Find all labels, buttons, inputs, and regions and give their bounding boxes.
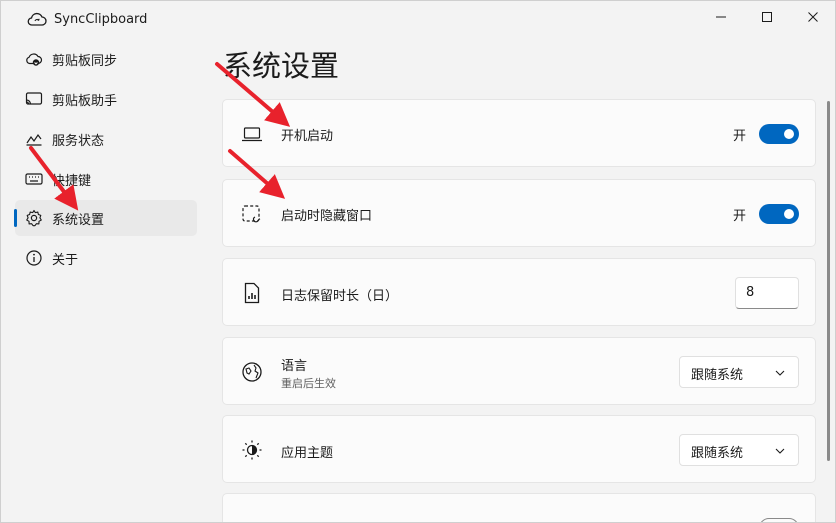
maximize-button[interactable] <box>744 1 790 33</box>
setting-label: 启动时隐藏窗口 <box>281 209 373 224</box>
app-logo-icon <box>27 11 47 29</box>
dropdown-selected-value: 跟随系统 <box>691 368 744 383</box>
log-days-input[interactable]: 8 <box>735 277 799 309</box>
close-button[interactable] <box>790 1 835 33</box>
language-dropdown[interactable]: 跟随系统 <box>679 356 799 388</box>
cloud-sync-icon <box>25 50 43 68</box>
sidebar-item-label: 快捷键 <box>52 174 92 189</box>
hidden-window-icon <box>241 203 263 225</box>
sidebar-item-label: 系统设置 <box>52 213 105 228</box>
active-nav-indicator <box>14 209 17 227</box>
laptop-icon <box>241 123 263 145</box>
setting-card-partial <box>222 493 816 522</box>
globe-icon <box>241 361 263 383</box>
partial-toggle[interactable] <box>759 518 799 522</box>
setting-card-hide-window: 启动时隐藏窗口 开 <box>222 179 816 247</box>
sidebar-item-label: 剪贴板同步 <box>52 54 118 69</box>
toggle-state-text: 开 <box>733 209 747 224</box>
window-title: SyncClipboard <box>54 12 148 27</box>
gear-icon <box>25 209 43 227</box>
setting-label: 应用主题 <box>281 446 334 461</box>
setting-card-language: 语言 重启后生效 跟随系统 <box>222 337 816 405</box>
page-title: 系统设置 <box>223 49 340 83</box>
toggle-state-text: 开 <box>733 129 747 144</box>
sidebar-item-label: 关于 <box>52 253 79 268</box>
maximize-icon <box>762 12 772 22</box>
hide-window-toggle[interactable] <box>759 204 799 224</box>
log-file-icon <box>241 282 263 304</box>
setting-card-startup: 开机启动 开 <box>222 99 816 167</box>
sidebar-item-label: 服务状态 <box>52 134 105 149</box>
status-chart-icon <box>25 130 43 148</box>
toggle-knob <box>784 209 794 219</box>
cast-icon <box>25 90 43 108</box>
sidebar-item-about[interactable]: 关于 <box>15 240 197 276</box>
sidebar-item-system-settings[interactable]: 系统设置 <box>15 200 197 236</box>
sidebar-item-hotkeys[interactable]: 快捷键 <box>15 161 197 197</box>
theme-dropdown[interactable]: 跟随系统 <box>679 434 799 466</box>
sidebar-item-service-status[interactable]: 服务状态 <box>15 121 197 157</box>
title-bar: SyncClipboard <box>1 1 835 37</box>
setting-card-log-retention: 日志保留时长（日） 8 <box>222 258 816 326</box>
keyboard-icon <box>25 170 43 188</box>
sidebar-item-clipboard-sync[interactable]: 剪贴板同步 <box>15 41 197 77</box>
setting-card-theme: 应用主题 跟随系统 <box>222 415 816 483</box>
close-icon <box>808 12 818 22</box>
startup-toggle[interactable] <box>759 124 799 144</box>
sidebar-item-label: 剪贴板助手 <box>52 94 118 109</box>
minimize-icon <box>716 16 726 18</box>
app-window: SyncClipboard 剪贴板同步 剪贴板助手 服务状态 快捷键 系统设置 … <box>0 0 836 523</box>
chevron-down-icon <box>775 448 785 454</box>
chevron-down-icon <box>775 370 785 376</box>
sidebar-item-clipboard-assistant[interactable]: 剪贴板助手 <box>15 81 197 117</box>
info-icon <box>25 249 43 267</box>
brightness-icon <box>241 439 263 461</box>
minimize-button[interactable] <box>698 1 744 33</box>
setting-label: 日志保留时长（日） <box>281 289 399 304</box>
setting-label: 语言 <box>281 359 308 374</box>
scrollbar[interactable] <box>827 101 830 461</box>
toggle-knob <box>784 129 794 139</box>
setting-sublabel: 重启后生效 <box>281 377 336 390</box>
setting-label: 开机启动 <box>281 129 334 144</box>
dropdown-selected-value: 跟随系统 <box>691 446 744 461</box>
